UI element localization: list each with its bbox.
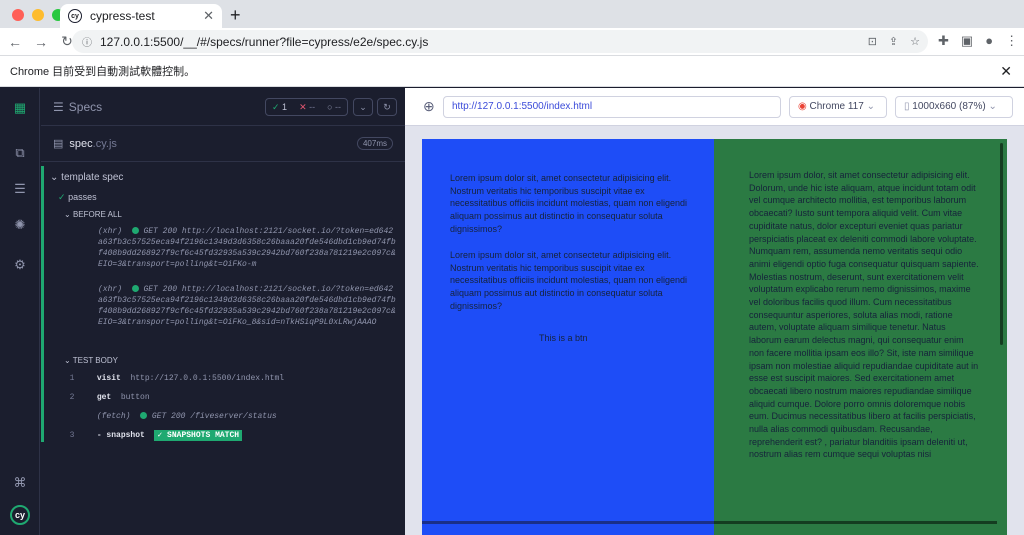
snapshots-match-badge: ✓ SNAPSHOTS MATCH xyxy=(154,430,243,441)
cypress-favicon-icon: cy xyxy=(68,9,82,23)
browser-tab-strip: cy cypress-test ✕ + xyxy=(0,0,1024,28)
specs-list-icon[interactable]: ☰ xyxy=(53,100,64,114)
command-get[interactable]: 2 get button xyxy=(62,392,396,403)
new-tab-icon[interactable]: + xyxy=(230,5,241,26)
close-infobar-icon[interactable]: ✕ xyxy=(1000,63,1012,80)
demo-button[interactable]: This is a btn xyxy=(539,332,588,345)
cypress-sidebar: ▦ ⧉ ☰ ✺ ⚙ ⌘ cy xyxy=(0,88,40,535)
aut-url-field[interactable]: http://127.0.0.1:5500/index.html xyxy=(443,96,781,118)
specs-header-label: Specs xyxy=(68,99,103,114)
rerun-button[interactable]: ↻ xyxy=(377,98,397,116)
status-dot-icon xyxy=(140,412,148,420)
status-dot-icon xyxy=(131,227,139,235)
selector-playground-icon[interactable]: ⊕ xyxy=(423,98,435,115)
spec-file-row: ▤ spec .cy.js 407ms xyxy=(41,126,405,162)
keyboard-shortcuts-icon[interactable]: ⌘ xyxy=(11,474,29,492)
close-window-button[interactable] xyxy=(12,9,24,21)
url-input[interactable]: ⓘ 127.0.0.1:5500/__/#/specs/runner?file=… xyxy=(72,30,928,53)
viewport-size: 1000x660 (87%) xyxy=(912,101,986,112)
viewport-icon: ▯ xyxy=(904,101,910,112)
blue-column: Lorem ipsum dolor sit, amet consectetur … xyxy=(422,139,714,535)
horizontal-scrollbar[interactable] xyxy=(422,521,714,524)
info-icon[interactable]: ⓘ xyxy=(82,34,92,49)
xhr-type-1: (xhr) xyxy=(98,227,123,236)
tab-title: cypress-test xyxy=(90,9,155,23)
runs-nav-icon[interactable]: ☰ xyxy=(11,180,29,198)
debug-nav-icon[interactable]: ✺ xyxy=(11,216,29,234)
share-icon[interactable]: ⇪ xyxy=(889,35,898,48)
back-icon[interactable]: ← xyxy=(4,34,26,50)
paragraph-1: Lorem ipsum dolor sit, amet consectetur … xyxy=(450,173,687,234)
command-log-reporter: ☰ Specs ✓ 1 ✕ -- ○ -- ⌄ ↻ ▤ spec .cy.js … xyxy=(41,88,405,535)
green-column: Lorem ipsum dolor, sit amet consectetur … xyxy=(714,139,1007,535)
spec-file-name[interactable]: spec xyxy=(69,138,92,150)
expand-collapse-button[interactable]: ⌄ xyxy=(353,98,373,116)
chrome-icon: ◉ xyxy=(798,101,807,112)
specs-nav-icon[interactable]: ⧉ xyxy=(11,144,29,162)
xhr-log-2[interactable]: (xhr) GET 200 http://localhost:2121/sock… xyxy=(62,284,396,328)
xhr-text-1: GET 200 http://localhost:2121/socket.io/… xyxy=(98,227,396,269)
side-panel-icon[interactable]: ▣ xyxy=(961,33,973,49)
bookmark-star-icon[interactable]: ☆ xyxy=(910,35,920,48)
viewport-selector[interactable]: ▯ 1000x660 (87%) ⌄ xyxy=(895,96,1013,118)
forward-icon[interactable]: → xyxy=(30,34,52,50)
browser-name: Chrome 117 xyxy=(809,101,864,112)
passed-count: ✓ 1 xyxy=(272,101,288,112)
window-controls xyxy=(12,9,64,21)
aut-header: ⊕ http://127.0.0.1:5500/index.html ◉ Chr… xyxy=(405,88,1024,126)
automation-infobar: Chrome 目前受到自動測試軟體控制。 ✕ xyxy=(0,55,1024,87)
app-under-test-panel: ⊕ http://127.0.0.1:5500/index.html ◉ Chr… xyxy=(405,88,1024,535)
spec-file-ext: .cy.js xyxy=(92,137,117,150)
minimize-window-button[interactable] xyxy=(32,9,44,21)
address-bar-row: ← → ↻ ⓘ 127.0.0.1:5500/__/#/specs/runner… xyxy=(0,28,1024,55)
test-stats: ✓ 1 ✕ -- ○ -- xyxy=(265,98,349,116)
suite-block: ⌄ template spec ✓ passes ⌄ BEFORE ALL (x… xyxy=(41,166,396,442)
browser-tab[interactable]: cy cypress-test ✕ xyxy=(60,4,222,28)
xhr-text-2: GET 200 http://localhost:2121/socket.io/… xyxy=(98,285,396,327)
status-dot-icon xyxy=(131,285,139,293)
pending-count: ○ -- xyxy=(327,102,342,112)
extensions-icon[interactable]: ✚ xyxy=(938,33,949,49)
settings-gear-icon[interactable]: ⚙ xyxy=(11,256,29,274)
before-all-section[interactable]: ⌄ BEFORE ALL xyxy=(64,210,122,219)
vertical-scrollbar[interactable] xyxy=(1000,143,1003,345)
profile-avatar-icon[interactable]: ● xyxy=(985,33,993,49)
url-text: 127.0.0.1:5500/__/#/specs/runner?file=cy… xyxy=(100,34,429,49)
spec-duration: 407ms xyxy=(356,137,393,150)
infobar-text: Chrome 目前受到自動測試軟體控制。 xyxy=(10,66,196,78)
aut-iframe: Lorem ipsum dolor sit, amet consectetur … xyxy=(422,139,1007,535)
failed-count: ✕ -- xyxy=(299,101,316,112)
cypress-logo-icon[interactable]: cy xyxy=(10,505,30,525)
suite-title[interactable]: ⌄ template spec xyxy=(50,172,123,183)
command-snapshot[interactable]: 3 - snapshot ✓ SNAPSHOTS MATCH xyxy=(62,430,396,441)
paragraph-2: Lorem ipsum dolor sit, amet consectetur … xyxy=(450,250,687,311)
translate-icon[interactable]: ⊡ xyxy=(868,35,877,48)
browser-selector[interactable]: ◉ Chrome 117 ⌄ xyxy=(789,96,887,118)
test-body-section[interactable]: ⌄ TEST BODY xyxy=(64,356,118,365)
horizontal-scrollbar-2[interactable] xyxy=(714,521,997,524)
close-tab-icon[interactable]: ✕ xyxy=(203,8,214,24)
file-icon: ▤ xyxy=(53,138,64,150)
more-menu-icon[interactable]: ⋮ xyxy=(1005,33,1018,49)
xhr-type-2: (xhr) xyxy=(98,285,123,294)
command-visit[interactable]: 1 visit http://127.0.0.1:5500/index.html xyxy=(62,373,396,384)
paragraph-3: Lorem ipsum dolor, sit amet consectetur … xyxy=(749,170,979,460)
command-fetch[interactable]: (fetch) GET 200 /fiveserver/status xyxy=(62,411,396,422)
reporter-header: ☰ Specs ✓ 1 ✕ -- ○ -- ⌄ ↻ xyxy=(41,88,405,126)
xhr-log-1[interactable]: (xhr) GET 200 http://localhost:2121/sock… xyxy=(62,226,396,270)
test-title[interactable]: ✓ passes xyxy=(58,192,97,203)
cypress-app-logo-icon[interactable]: ▦ xyxy=(11,99,29,117)
